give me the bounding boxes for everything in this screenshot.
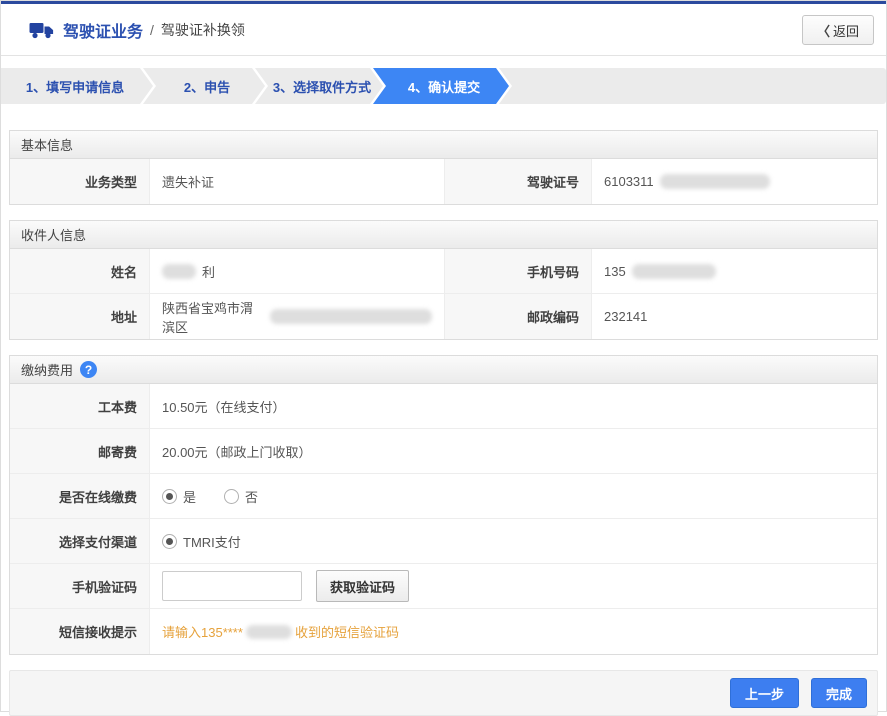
app-title: 驾驶证业务: [63, 18, 143, 42]
back-button-label: 返回: [833, 21, 859, 40]
section-payment-fees-header: 缴纳费用 ?: [10, 356, 877, 384]
online-pay-yes-radio[interactable]: [162, 489, 177, 504]
sms-hint-prefix: 请输入135****: [162, 622, 243, 641]
section-recipient-info: 收件人信息 姓名 利 手机号码 135 地址 陕西省宝鸡市渭滨区 邮政编码 23…: [9, 220, 878, 340]
get-code-button[interactable]: 获取验证码: [316, 570, 409, 602]
step-3-pickup-method[interactable]: 3、选择取件方式: [255, 68, 383, 104]
truck-icon: [29, 20, 55, 40]
business-type-value: 遗失补证: [150, 159, 445, 204]
sms-hint-suffix: 收到的短信验证码: [295, 622, 399, 641]
previous-step-button[interactable]: 上一步: [730, 678, 799, 708]
sms-code-input[interactable]: [162, 571, 302, 601]
license-number-redaction: [660, 174, 770, 189]
breadcrumb-page: 驾驶证补换领: [161, 20, 245, 40]
help-icon[interactable]: ?: [80, 361, 97, 378]
sms-hint-value: 请输入135**** 收到的短信验证码: [150, 609, 877, 654]
tmri-pay-radio[interactable]: [162, 534, 177, 549]
phone-value: 135: [592, 249, 877, 294]
section-basic-info: 基本信息 业务类型 遗失补证 驾驶证号 6103311: [9, 130, 878, 205]
page-header: 驾驶证业务 / 驾驶证补换领 〈 返回: [1, 4, 886, 56]
finish-button[interactable]: 完成: [811, 678, 867, 708]
postcode-value: 232141: [592, 294, 877, 339]
online-pay-row: 是否在线缴费 是 否: [10, 474, 877, 519]
postcode-label: 邮政编码: [445, 294, 592, 339]
online-pay-no-radio[interactable]: [224, 489, 239, 504]
section-basic-info-title: 基本信息: [21, 135, 73, 154]
name-value: 利: [150, 249, 445, 294]
back-button[interactable]: 〈 返回: [802, 15, 874, 45]
section-recipient-info-header: 收件人信息: [10, 221, 877, 249]
section-basic-info-header: 基本信息: [10, 131, 877, 159]
section-recipient-info-title: 收件人信息: [21, 225, 86, 244]
payment-channel-row: 选择支付渠道 TMRI支付: [10, 519, 877, 564]
sms-hint-label: 短信接收提示: [10, 609, 150, 654]
fee-row: 工本费 10.50元（在线支付）: [10, 384, 877, 429]
online-pay-label: 是否在线缴费: [10, 474, 150, 519]
postage-label: 邮寄费: [10, 429, 150, 474]
sms-code-label: 手机验证码: [10, 564, 150, 609]
postage-value: 20.00元（邮政上门收取）: [150, 429, 877, 474]
license-number-value: 6103311: [592, 159, 877, 204]
business-type-label: 业务类型: [10, 159, 150, 204]
online-pay-no-label[interactable]: 否: [245, 487, 258, 506]
main-content: 基本信息 业务类型 遗失补证 驾驶证号 6103311 收件人信息 姓名 利 手…: [1, 104, 886, 655]
section-payment-fees-title: 缴纳费用: [21, 360, 73, 379]
address-redaction: [270, 309, 432, 324]
step-bar-filler: [499, 68, 886, 104]
fee-value: 10.50元（在线支付）: [150, 384, 877, 429]
step-indicator: 1、填写申请信息 2、申告 3、选择取件方式 4、确认提交: [1, 68, 886, 104]
postage-row: 邮寄费 20.00元（邮政上门收取）: [10, 429, 877, 474]
sms-code-row: 手机验证码 获取验证码: [10, 564, 877, 609]
online-pay-yes-label[interactable]: 是: [183, 487, 196, 506]
sms-hint-row: 短信接收提示 请输入135**** 收到的短信验证码: [10, 609, 877, 654]
payment-channel-options: TMRI支付: [150, 519, 877, 564]
address-value: 陕西省宝鸡市渭滨区: [150, 294, 445, 339]
step-1-fill-application[interactable]: 1、填写申请信息: [1, 68, 153, 104]
breadcrumb-separator: /: [150, 22, 154, 38]
recipient-row-2: 地址 陕西省宝鸡市渭滨区 邮政编码 232141: [10, 294, 877, 339]
step-2-declare[interactable]: 2、申告: [143, 68, 265, 104]
step-4-confirm-submit[interactable]: 4、确认提交: [373, 68, 509, 104]
name-redaction: [162, 264, 196, 279]
online-pay-options: 是 否: [150, 474, 877, 519]
phone-label: 手机号码: [445, 249, 592, 294]
section-payment-fees: 缴纳费用 ? 工本费 10.50元（在线支付） 邮寄费 20.00元（邮政上门收…: [9, 355, 878, 655]
sms-hint-redaction: [246, 625, 292, 639]
payment-channel-label: 选择支付渠道: [10, 519, 150, 564]
address-label: 地址: [10, 294, 150, 339]
license-number-label: 驾驶证号: [445, 159, 592, 204]
sms-code-cell: 获取验证码: [150, 564, 877, 609]
recipient-row-1: 姓名 利 手机号码 135: [10, 249, 877, 294]
footer-action-bar: 上一步 完成: [9, 670, 878, 716]
basic-info-row: 业务类型 遗失补证 驾驶证号 6103311: [10, 159, 877, 204]
back-chevron-icon: 〈: [817, 21, 830, 40]
fee-label: 工本费: [10, 384, 150, 429]
phone-redaction: [632, 264, 716, 279]
name-label: 姓名: [10, 249, 150, 294]
tmri-pay-label[interactable]: TMRI支付: [183, 532, 241, 551]
